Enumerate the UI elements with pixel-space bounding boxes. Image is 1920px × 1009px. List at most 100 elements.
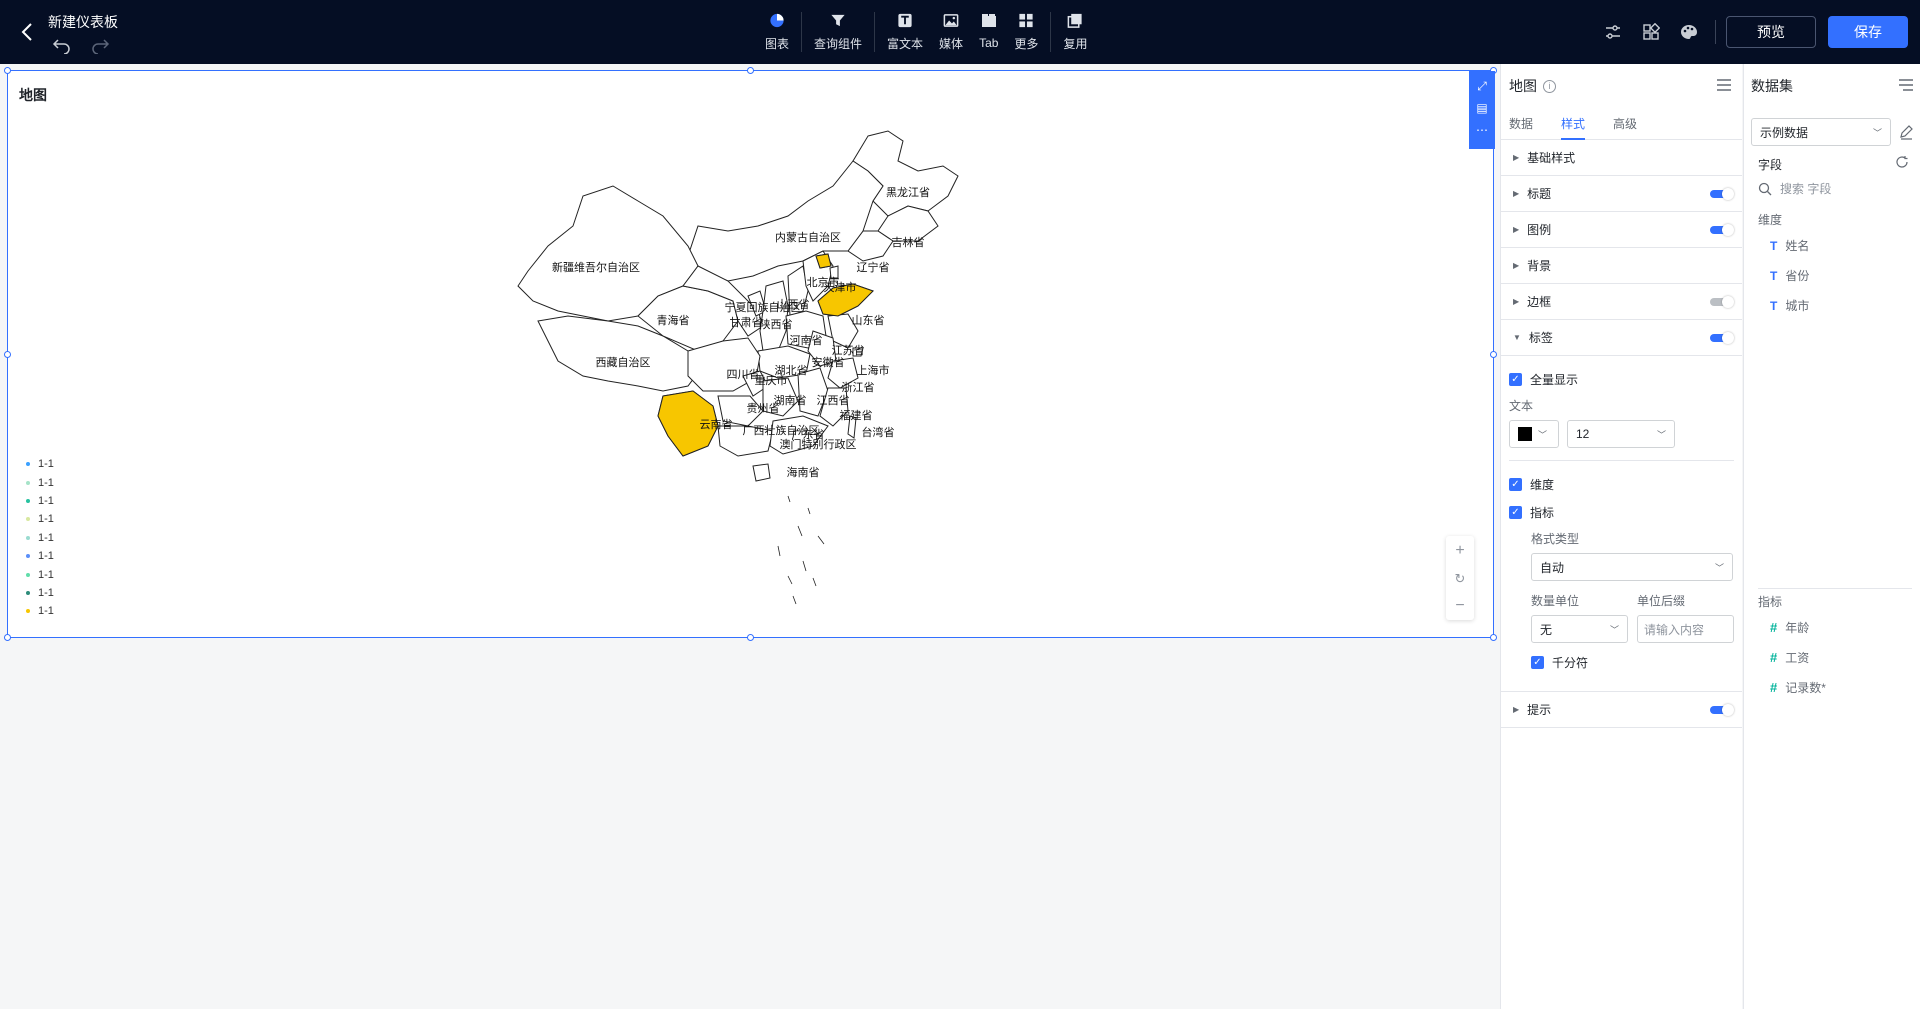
legend-item[interactable]: 1-1 bbox=[26, 565, 54, 583]
check-icon: ✓ bbox=[1509, 477, 1522, 491]
region-label: 贵州省 bbox=[747, 402, 780, 415]
legend-label: 1-1 bbox=[38, 605, 54, 618]
resize-handle-tl[interactable] bbox=[4, 67, 11, 74]
undo-icon[interactable] bbox=[52, 36, 72, 54]
field-name: 省份 bbox=[1785, 269, 1810, 283]
show-all-checkbox[interactable]: ✓ 全量显示 bbox=[1509, 368, 1734, 390]
dataset-select[interactable]: 示例数据 ﹀ bbox=[1751, 118, 1891, 146]
resize-handle-left[interactable] bbox=[4, 351, 11, 358]
map-region-shaanxi[interactable] bbox=[759, 280, 789, 352]
region-label: 浙江省 bbox=[842, 381, 875, 394]
legend-item[interactable]: 1-1 bbox=[26, 492, 54, 510]
section-background[interactable]: ▶ 背景 bbox=[1501, 248, 1742, 284]
tab-style[interactable]: 样式 bbox=[1561, 108, 1586, 140]
legend-label: 1-1 bbox=[38, 550, 54, 563]
more-dots-icon[interactable]: ⋯ bbox=[1472, 119, 1492, 141]
header-actions: 预览 保存 bbox=[1597, 16, 1908, 48]
tooltip-toggle[interactable] bbox=[1710, 704, 1734, 716]
tool-rich-text[interactable]: 富文本 bbox=[879, 8, 931, 56]
legend-dot bbox=[26, 517, 30, 522]
field-item[interactable]: # 记录数* bbox=[1770, 679, 1826, 696]
legend-item[interactable]: 1-1 bbox=[26, 602, 54, 620]
text-color-picker[interactable]: ﹀ bbox=[1509, 420, 1559, 448]
theme-palette-icon[interactable] bbox=[1673, 16, 1705, 48]
redo-icon[interactable] bbox=[90, 36, 110, 54]
map-region-hainan[interactable] bbox=[752, 463, 771, 482]
unit-select[interactable]: 无 ﹀ bbox=[1531, 615, 1628, 643]
section-border[interactable]: ▶ 边框 bbox=[1501, 284, 1742, 320]
section-legend[interactable]: ▶ 图例 bbox=[1501, 212, 1742, 248]
tab-data[interactable]: 数据 bbox=[1509, 108, 1533, 139]
collapse-menu-icon[interactable] bbox=[1716, 78, 1732, 92]
settings-sliders-icon[interactable] bbox=[1597, 16, 1629, 48]
show-all-label: 全量显示 bbox=[1530, 372, 1579, 387]
thousands-checkbox[interactable]: ✓ 千分符 bbox=[1531, 651, 1734, 673]
legend-toggle[interactable] bbox=[1710, 224, 1734, 236]
suffix-label: 单位后缀 bbox=[1637, 594, 1686, 608]
caret-right-icon: ▶ bbox=[1513, 261, 1520, 270]
edit-pencil-icon[interactable] bbox=[1898, 124, 1914, 140]
tool-more[interactable]: 更多 bbox=[1006, 8, 1046, 56]
zoom-in-icon[interactable]: + bbox=[1455, 542, 1464, 559]
region-label: 辽宁省 bbox=[857, 260, 890, 274]
field-item[interactable]: T 省份 bbox=[1770, 267, 1809, 284]
text-type-icon: T bbox=[1770, 238, 1778, 253]
region-label: 重庆市 bbox=[755, 373, 788, 387]
zoom-out-icon[interactable]: − bbox=[1455, 597, 1464, 614]
info-icon[interactable]: i bbox=[1543, 79, 1556, 93]
back-arrow-icon[interactable] bbox=[16, 20, 40, 44]
metric-checkbox[interactable]: ✓ 指标 bbox=[1509, 501, 1734, 523]
save-button[interactable]: 保存 bbox=[1828, 16, 1908, 48]
resize-handle-bl[interactable] bbox=[4, 634, 11, 641]
map-chart-card[interactable]: 地图 ⤢ ▤ ⋯ 黑龙江省 内蒙古自治区 吉林省 辽宁省 新疆维吾尔自治区 北京… bbox=[4, 67, 1497, 641]
zoom-reset-icon[interactable]: ↻ bbox=[1455, 572, 1466, 585]
resize-handle-br[interactable] bbox=[1490, 634, 1497, 641]
legend-label: 1-1 bbox=[38, 476, 54, 489]
field-item[interactable]: T 城市 bbox=[1770, 297, 1809, 314]
legend-item[interactable]: 1-1 bbox=[26, 455, 54, 473]
tool-reuse[interactable]: 复用 bbox=[1055, 8, 1095, 56]
resize-handle-top[interactable] bbox=[747, 67, 754, 74]
tool-label: Tab bbox=[979, 36, 999, 50]
layout-icon[interactable] bbox=[1635, 16, 1667, 48]
legend-item[interactable]: 1-1 bbox=[26, 510, 54, 528]
section-title[interactable]: ▶ 标题 bbox=[1501, 176, 1742, 212]
legend-item[interactable]: 1-1 bbox=[26, 584, 54, 602]
tool-tab[interactable]: Tab bbox=[971, 8, 1006, 56]
field-item[interactable]: # 工资 bbox=[1770, 649, 1809, 666]
refresh-icon[interactable] bbox=[1895, 155, 1909, 169]
china-map[interactable]: 黑龙江省 内蒙古自治区 吉林省 辽宁省 新疆维吾尔自治区 北京市 天津市 宁夏回… bbox=[488, 116, 1028, 636]
border-toggle[interactable] bbox=[1710, 296, 1734, 308]
section-tooltip[interactable]: ▶ 提示 bbox=[1501, 692, 1742, 728]
suffix-input[interactable]: 请输入内容 bbox=[1637, 615, 1734, 643]
collapse-menu-icon[interactable] bbox=[1898, 78, 1914, 92]
map-region-neimenggu[interactable] bbox=[687, 160, 884, 282]
legend-item[interactable]: 1-1 bbox=[26, 529, 54, 547]
legend-dot bbox=[26, 498, 30, 503]
tab-advanced[interactable]: 高级 bbox=[1613, 108, 1637, 139]
field-item[interactable]: # 年龄 bbox=[1770, 619, 1809, 636]
field-item[interactable]: T 姓名 bbox=[1770, 237, 1809, 254]
dashboard-title[interactable]: 新建仪表板 bbox=[48, 12, 118, 32]
region-label: 台湾省 bbox=[862, 425, 895, 439]
section-label-settings[interactable]: ▼ 标签 bbox=[1501, 320, 1742, 356]
expand-icon[interactable]: ⤢ bbox=[1472, 75, 1492, 97]
tool-query[interactable]: 查询组件 bbox=[806, 8, 870, 56]
check-icon: ✓ bbox=[1531, 655, 1544, 669]
legend-item[interactable]: 1-1 bbox=[26, 547, 54, 565]
font-size-select[interactable]: 12 ﹀ bbox=[1567, 420, 1675, 448]
format-type-select[interactable]: 自动 ﹀ bbox=[1531, 553, 1733, 581]
label-toggle[interactable] bbox=[1710, 332, 1734, 344]
preview-button[interactable]: 预览 bbox=[1726, 16, 1816, 48]
chart-style-panel: 地图 i 数据 样式 高级 ▶ 基础样式 ▶ 标题 ▶ 图例 ▶ 背景 ▶ 边框 ▼ 标签 … bbox=[1500, 64, 1742, 1009]
detail-doc-icon[interactable]: ▤ bbox=[1472, 97, 1492, 119]
tool-media[interactable]: 媒体 bbox=[931, 8, 971, 56]
tool-chart[interactable]: 图表 bbox=[757, 8, 797, 56]
resize-handle-right[interactable] bbox=[1490, 351, 1497, 358]
section-basic-style[interactable]: ▶ 基础样式 bbox=[1501, 140, 1742, 176]
legend-item[interactable]: 1-1 bbox=[26, 473, 54, 491]
title-toggle[interactable] bbox=[1710, 188, 1734, 200]
dashboard-canvas[interactable]: 地图 ⤢ ▤ ⋯ 黑龙江省 内蒙古自治区 吉林省 辽宁省 新疆维吾尔自治区 北京… bbox=[0, 64, 1500, 1009]
field-search[interactable]: 搜索 字段 bbox=[1758, 180, 1831, 197]
dimension-checkbox[interactable]: ✓ 维度 bbox=[1509, 473, 1734, 495]
